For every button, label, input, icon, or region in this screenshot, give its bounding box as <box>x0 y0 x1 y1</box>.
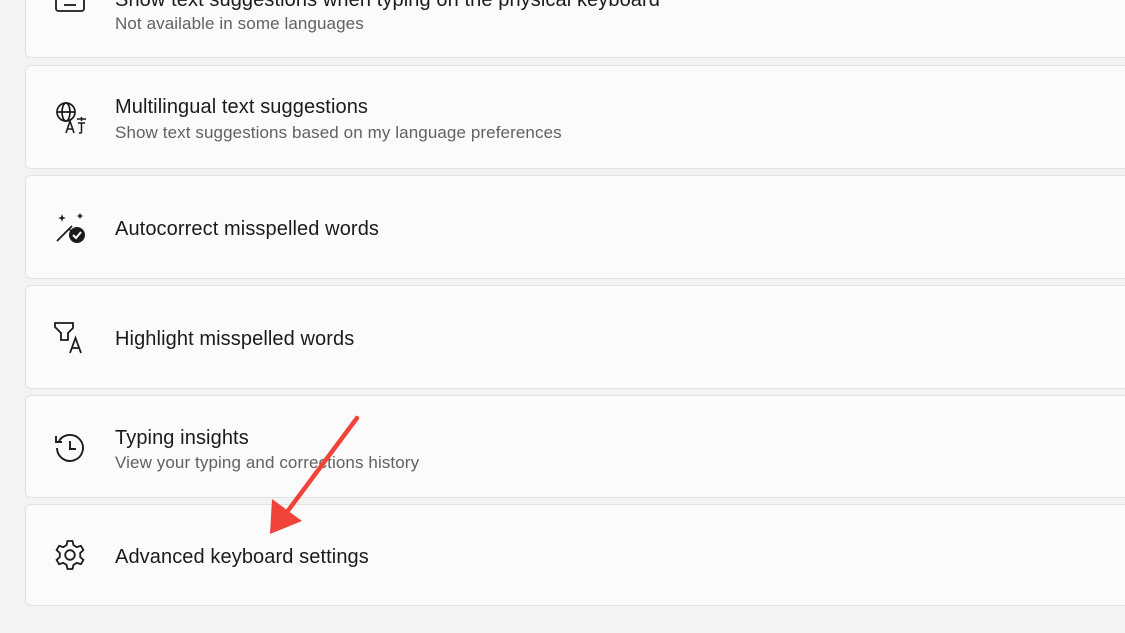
gear-icon <box>53 538 87 572</box>
setting-typing-insights[interactable]: Typing insights View your typing and cor… <box>25 395 1125 498</box>
setting-subtitle: Show text suggestions based on my langua… <box>115 123 562 142</box>
keyboard-icon <box>53 0 87 19</box>
setting-title: Typing insights <box>115 427 249 449</box>
setting-title: Show text suggestions when typing on the… <box>115 0 661 11</box>
setting-title: Multilingual text suggestions <box>115 96 369 118</box>
setting-title: Autocorrect misspelled words <box>115 218 380 240</box>
setting-text-suggestions-physical-keyboard[interactable]: Show text suggestions when typing on the… <box>25 0 1125 58</box>
setting-title: Highlight misspelled words <box>115 328 355 350</box>
setting-subtitle: Not available in some languages <box>115 14 364 33</box>
setting-multilingual-text-suggestions[interactable]: Multilingual text suggestions Show text … <box>25 65 1125 169</box>
setting-title: Advanced keyboard settings <box>115 546 369 568</box>
settings-page: Show text suggestions when typing on the… <box>0 0 1125 633</box>
setting-autocorrect-misspelled-words[interactable]: Autocorrect misspelled words <box>25 175 1125 279</box>
history-icon <box>53 431 87 465</box>
setting-highlight-misspelled-words[interactable]: Highlight misspelled words <box>25 285 1125 389</box>
autocorrect-icon <box>53 211 87 245</box>
setting-subtitle: View your typing and corrections history <box>115 453 420 472</box>
highlight-text-icon <box>53 320 87 354</box>
language-icon <box>53 100 87 134</box>
setting-advanced-keyboard-settings[interactable]: Advanced keyboard settings <box>25 504 1125 606</box>
